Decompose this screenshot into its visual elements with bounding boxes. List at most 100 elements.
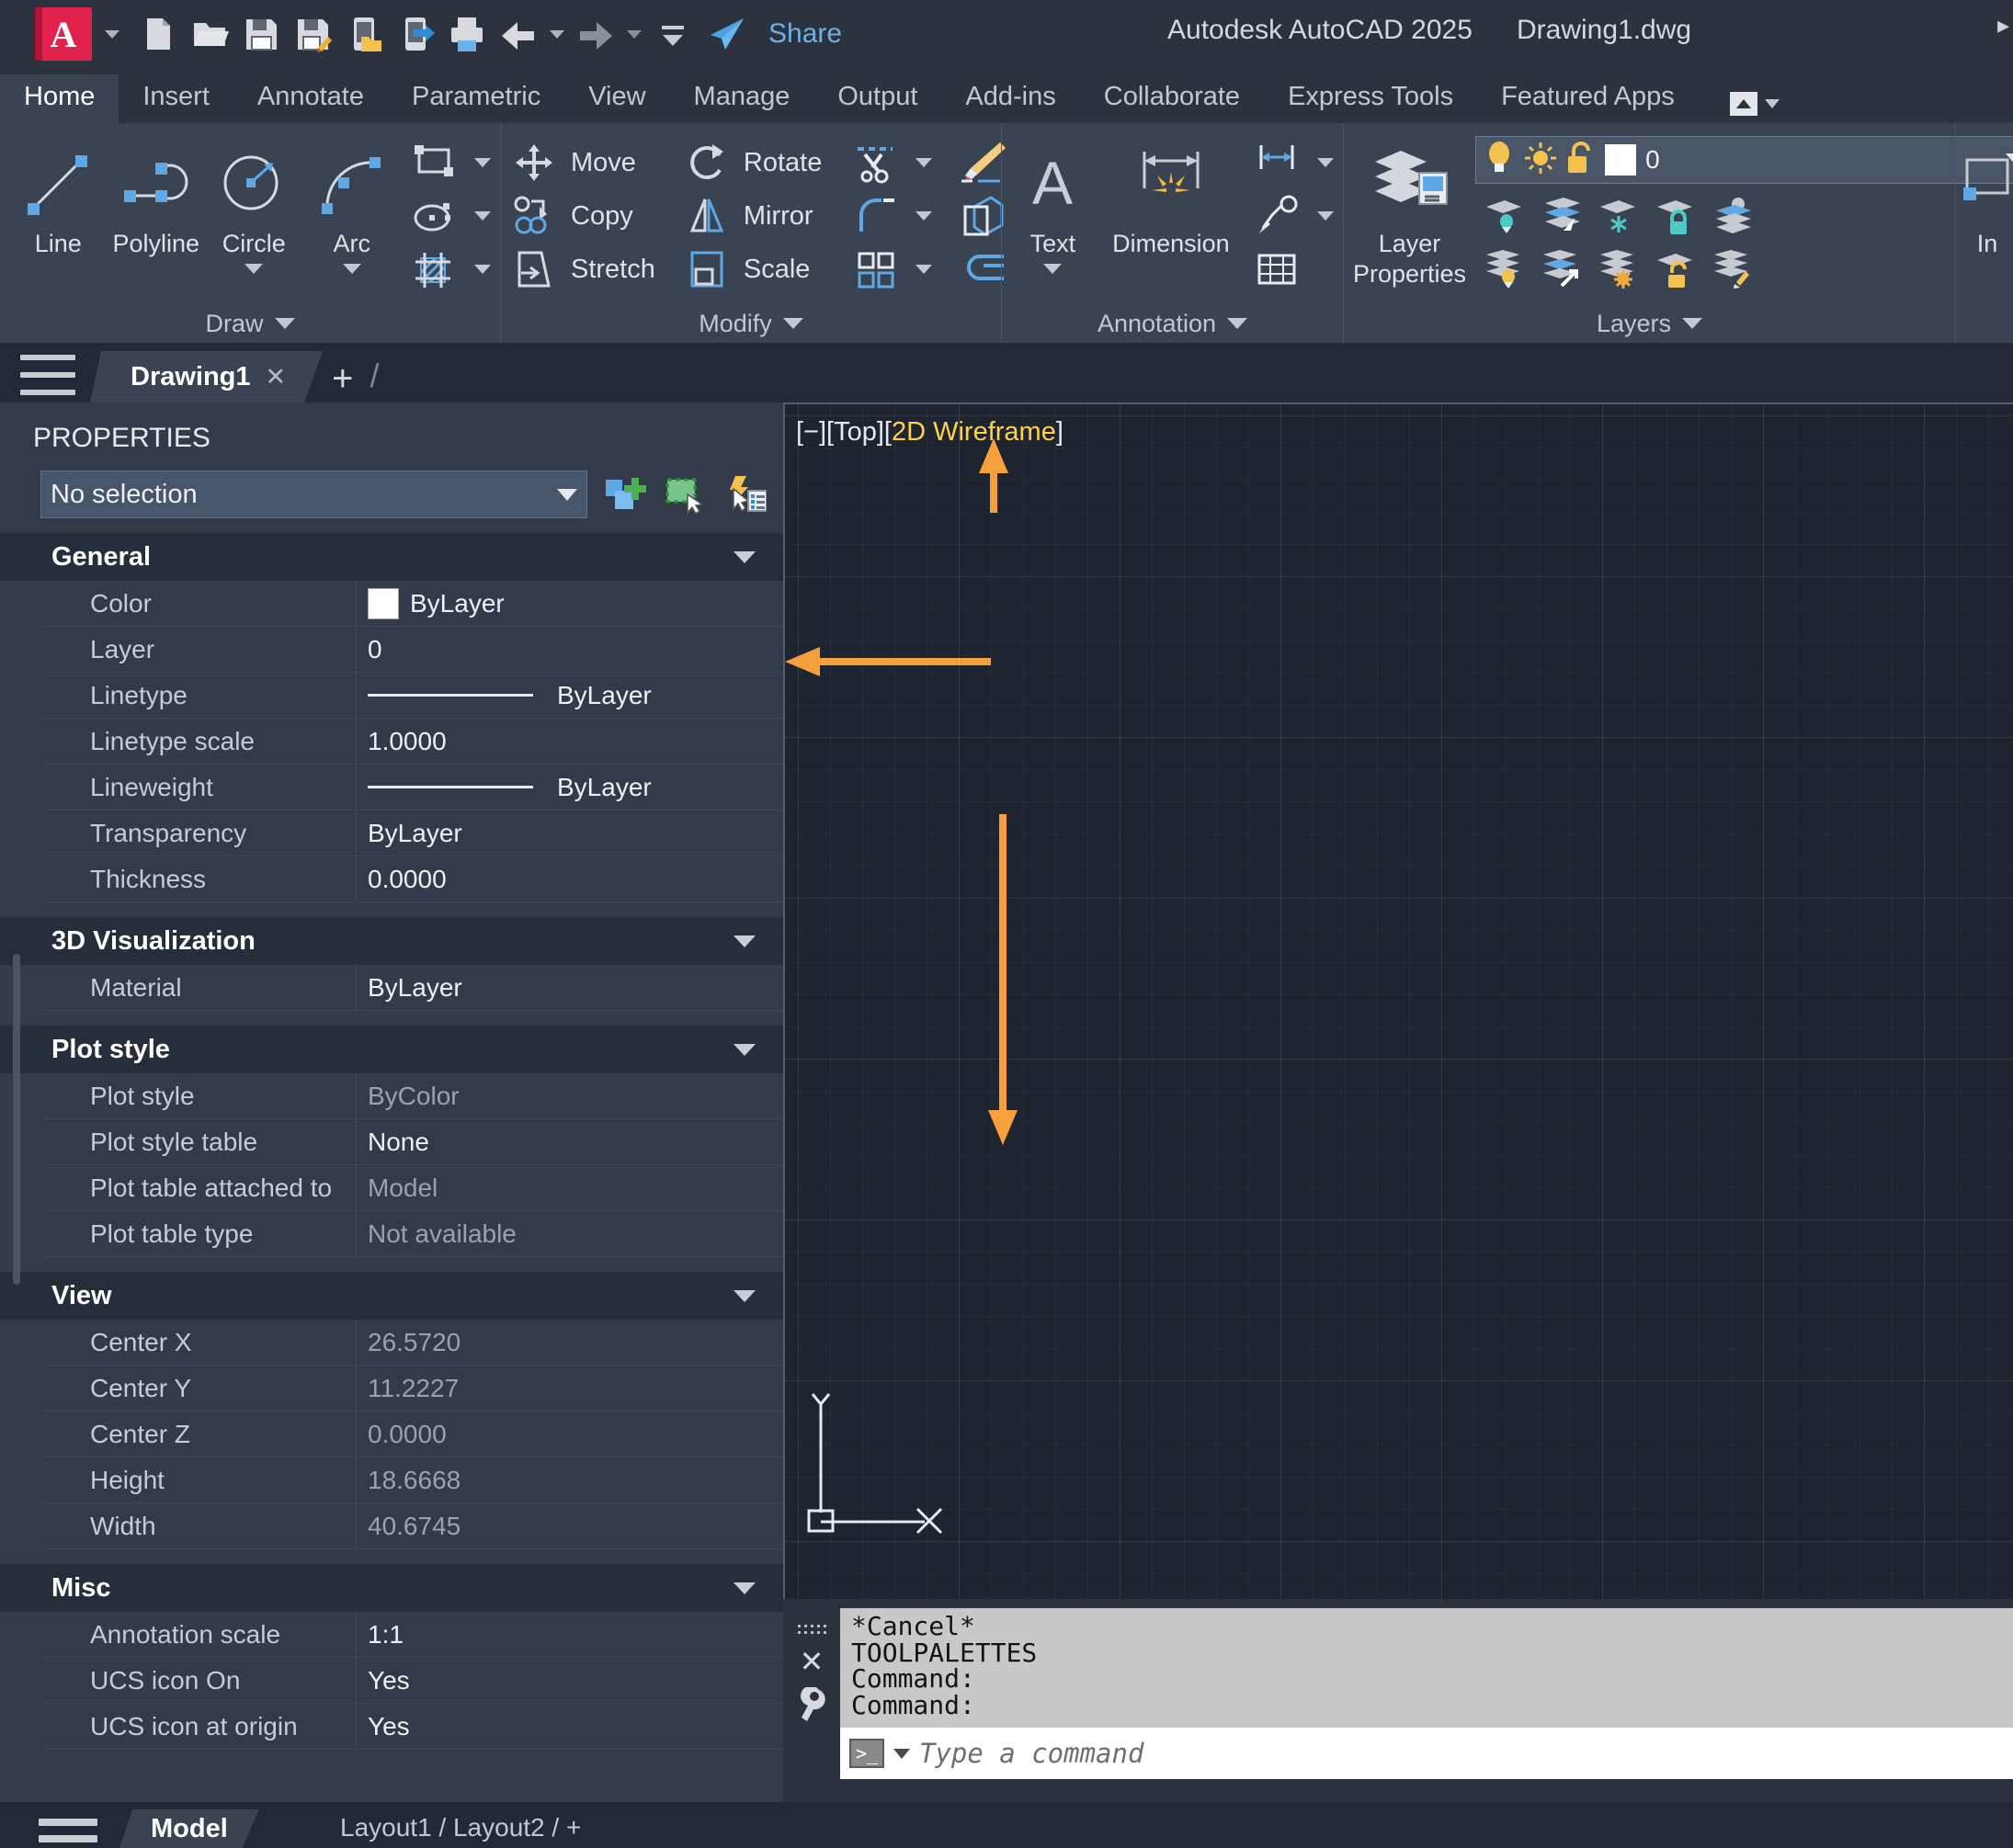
layer-unlock-icon[interactable] xyxy=(1646,243,1703,296)
property-row-center-y[interactable]: Center Y 11.2227 xyxy=(44,1366,783,1412)
property-value[interactable]: Yes xyxy=(357,1658,783,1703)
properties-group-plot-style-collapse-icon[interactable] xyxy=(734,1043,756,1056)
annotation-panel-expand-icon[interactable] xyxy=(1227,318,1248,329)
properties-group-plot-style[interactable]: Plot style xyxy=(0,1026,783,1073)
modify-mirror-button[interactable]: Mirror xyxy=(683,189,822,243)
property-row-plot-table-attached-to[interactable]: Plot table attached to Model xyxy=(44,1165,783,1211)
property-row-linetype-scale[interactable]: Linetype scale 1.0000 xyxy=(44,719,783,765)
document-tab-close-icon[interactable]: ✕ xyxy=(266,363,287,391)
plot-icon[interactable] xyxy=(446,13,488,55)
property-value[interactable]: None xyxy=(357,1119,783,1164)
modify-rotate-button[interactable]: Rotate xyxy=(683,136,822,189)
linear-dimension-icon[interactable] xyxy=(1247,136,1306,189)
draw-line-button[interactable]: Line xyxy=(9,136,108,258)
layer-match-icon[interactable] xyxy=(1703,243,1760,296)
property-row-ucs-icon-at-origin[interactable]: UCS icon at origin Yes xyxy=(44,1704,783,1750)
property-value[interactable]: ByLayer xyxy=(357,811,783,856)
layer-make-current-icon[interactable] xyxy=(1703,189,1760,243)
command-history[interactable]: *Cancel* TOOLPALETTES Command: Command: xyxy=(840,1608,2013,1728)
properties-group-3d-visualization[interactable]: 3D Visualization xyxy=(0,917,783,965)
layer-lock-icon[interactable] xyxy=(1646,189,1703,243)
properties-group-misc-collapse-icon[interactable] xyxy=(734,1582,756,1594)
array-dropdown-icon[interactable] xyxy=(916,265,933,274)
property-row-annotation-scale[interactable]: Annotation scale 1:1 xyxy=(44,1612,783,1658)
property-row-transparency[interactable]: Transparency ByLayer xyxy=(44,811,783,856)
ribbon-tab-parametric[interactable]: Parametric xyxy=(388,74,564,123)
ellipse-dropdown-icon[interactable] xyxy=(474,211,491,221)
property-value[interactable]: 0 xyxy=(357,627,783,672)
ribbon-tab-annotate[interactable]: Annotate xyxy=(233,74,388,123)
ribbon-tab-view[interactable]: View xyxy=(564,74,669,123)
redo-dropdown-icon[interactable] xyxy=(627,29,642,39)
properties-group-general[interactable]: General xyxy=(0,533,783,581)
save-icon[interactable] xyxy=(240,13,282,55)
ribbon-tab-featured-apps[interactable]: Featured Apps xyxy=(1477,74,1699,123)
property-row-color[interactable]: Color ByLayer xyxy=(44,581,783,627)
document-tab-drawing1[interactable]: Drawing1 ✕ xyxy=(90,351,323,402)
modify-copy-button[interactable]: Copy xyxy=(510,189,655,243)
layer-isolate-icon[interactable] xyxy=(1475,189,1532,243)
property-row-material[interactable]: Material ByLayer xyxy=(44,965,783,1011)
property-value-cell[interactable]: ByLayer xyxy=(357,581,783,626)
open-from-web-mobile-icon[interactable] xyxy=(394,13,437,55)
sun-icon[interactable] xyxy=(1524,142,1557,179)
new-file-icon[interactable] xyxy=(137,13,179,55)
ribbon-tab-insert[interactable]: Insert xyxy=(119,74,233,123)
property-value[interactable]: 1:1 xyxy=(357,1612,783,1657)
draw-polyline-button[interactable]: Polyline xyxy=(108,136,206,258)
status-menu-icon[interactable] xyxy=(39,1819,97,1842)
ribbon-state-dropdown-icon[interactable] xyxy=(1764,99,1780,108)
properties-group-3d-visualization-collapse-icon[interactable] xyxy=(734,935,756,947)
drag-grip-icon[interactable] xyxy=(796,1623,827,1636)
table-icon[interactable] xyxy=(1247,243,1306,296)
layer-properties-button[interactable]: Layer Properties xyxy=(1353,136,1466,289)
draw-circle-dropdown-icon[interactable] xyxy=(245,264,264,274)
property-row-layer[interactable]: Layer 0 xyxy=(44,627,783,673)
autocad-app-menu-button[interactable]: A xyxy=(35,7,92,61)
linear-dimension-dropdown-icon[interactable] xyxy=(1317,158,1334,167)
share-button[interactable]: Share xyxy=(768,18,842,50)
property-value[interactable]: 1.0000 xyxy=(357,719,783,764)
customize-quick-access-icon[interactable] xyxy=(652,13,694,55)
app-menu-caret-icon[interactable] xyxy=(105,29,119,39)
model-tab[interactable]: Model xyxy=(119,1809,259,1848)
selection-filter-dropdown-icon[interactable] xyxy=(556,488,577,501)
modify-stretch-button[interactable]: Stretch xyxy=(510,243,655,296)
property-row-ucs-icon-on[interactable]: UCS icon On Yes xyxy=(44,1658,783,1704)
annotation-dimension-button[interactable]: Dimension xyxy=(1100,136,1242,258)
undo-icon[interactable] xyxy=(497,13,540,55)
layers-panel-title-bar[interactable]: Layers xyxy=(1344,304,1955,343)
command-history-dropdown-icon[interactable] xyxy=(893,1748,910,1759)
property-value-cell[interactable]: ByLayer xyxy=(357,765,783,810)
property-row-height[interactable]: Height 18.6668 xyxy=(44,1457,783,1503)
property-row-plot-style-table[interactable]: Plot style table None xyxy=(44,1119,783,1165)
property-row-center-z[interactable]: Center Z 0.0000 xyxy=(44,1412,783,1457)
ellipse-icon[interactable] xyxy=(404,189,463,243)
fillet-icon[interactable] xyxy=(847,189,906,243)
layer-freeze-icon[interactable] xyxy=(1589,189,1646,243)
annotation-panel-title-bar[interactable]: Annotation xyxy=(1002,304,1343,343)
selection-filter-combo[interactable]: No selection xyxy=(40,471,587,518)
fillet-dropdown-icon[interactable] xyxy=(916,211,933,221)
property-row-width[interactable]: Width 40.6745 xyxy=(44,1503,783,1549)
annotation-text-dropdown-icon[interactable] xyxy=(1043,264,1063,274)
modify-panel-title-bar[interactable]: Modify xyxy=(501,304,1001,343)
open-file-icon[interactable] xyxy=(188,13,231,55)
modify-panel-expand-icon[interactable] xyxy=(782,318,803,329)
property-row-center-x[interactable]: Center X 26.5720 xyxy=(44,1320,783,1366)
ribbon-tab-collaborate[interactable]: Collaborate xyxy=(1080,74,1264,123)
ribbon-tab-add-ins[interactable]: Add-ins xyxy=(941,74,1079,123)
array-icon[interactable] xyxy=(847,243,906,296)
properties-group-misc[interactable]: Misc xyxy=(0,1564,783,1612)
quick-properties-icon[interactable] xyxy=(722,472,768,516)
insert-block-button[interactable]: In xyxy=(1962,136,2013,258)
property-row-lineweight[interactable]: Lineweight ByLayer xyxy=(44,765,783,811)
annotation-text-button[interactable]: A Text xyxy=(1011,136,1095,274)
property-value-cell[interactable]: ByLayer xyxy=(357,673,783,718)
property-value[interactable]: 0.0000 xyxy=(357,856,783,901)
command-input[interactable]: Type a command xyxy=(919,1738,1143,1769)
property-row-linetype[interactable]: Linetype ByLayer xyxy=(44,673,783,719)
draw-panel-expand-icon[interactable] xyxy=(274,318,295,329)
hatch-dropdown-icon[interactable] xyxy=(474,265,491,274)
leader-dropdown-icon[interactable] xyxy=(1317,211,1334,221)
